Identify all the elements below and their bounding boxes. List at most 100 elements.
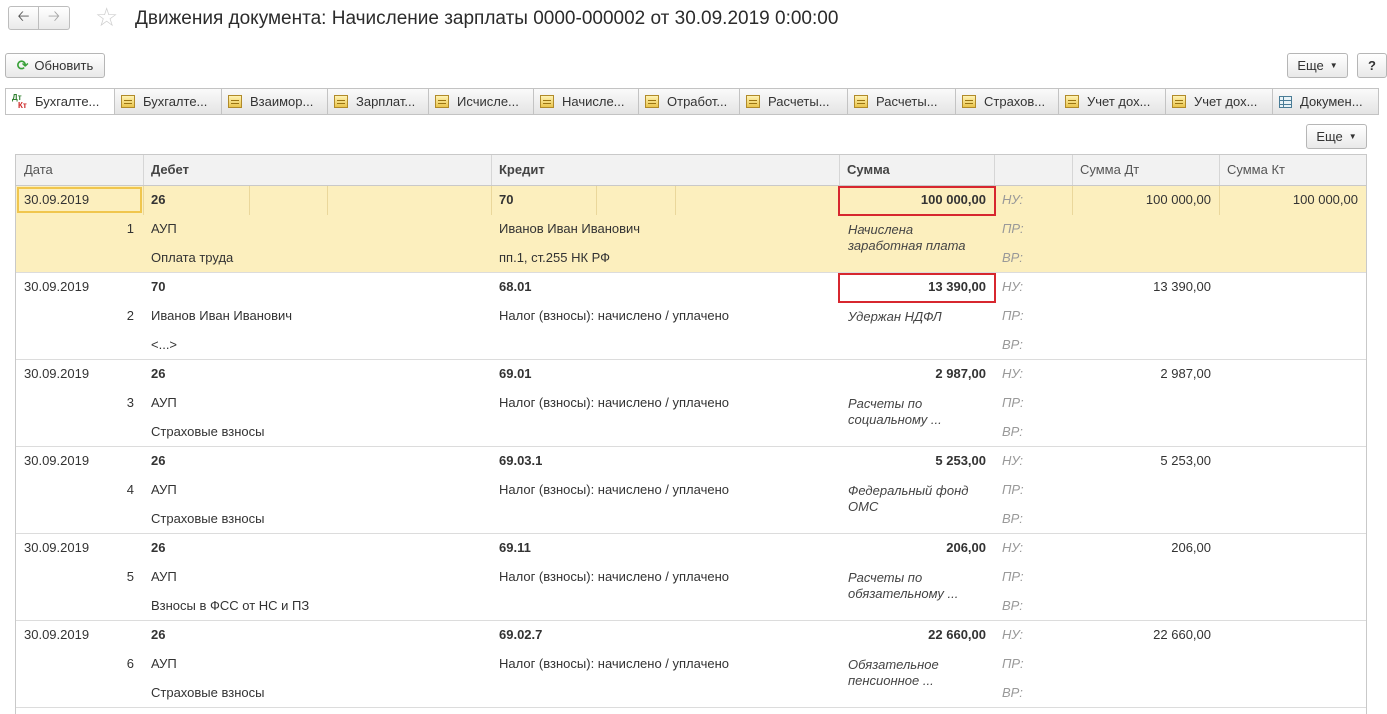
credit-subconto-1: Налог (взносы): начислено / уплачено	[499, 569, 729, 584]
nu-label: НУ:	[1002, 192, 1024, 207]
register-icon	[962, 95, 976, 108]
pr-label: ПР:	[1002, 308, 1024, 323]
column-header-amount-dt[interactable]: Сумма Дт	[1072, 155, 1220, 185]
debit-account: 26	[151, 192, 166, 207]
tab-label: Бухгалте...	[35, 94, 100, 109]
vr-label: ВР:	[1002, 424, 1023, 439]
tab-label: Расчеты...	[876, 94, 938, 109]
debit-subconto-1: АУП	[151, 482, 177, 497]
credit-subconto-1: Иванов Иван Иванович	[499, 221, 641, 236]
register-icon	[334, 95, 348, 108]
tab-register[interactable]: Расчеты...	[740, 88, 848, 115]
amount-cell: 22 660,00	[928, 627, 986, 642]
column-header-amount-kt[interactable]: Сумма Кт	[1219, 155, 1366, 185]
amount-dt-cell: 5 253,00	[1160, 453, 1211, 468]
table-row[interactable]: 30.09.2019 1 26 АУП Оплата труда 70 Иванов Ива…	[16, 186, 1366, 273]
debit-subconto-2: Оплата труда	[151, 250, 234, 265]
tab-label: Взаимор...	[250, 94, 314, 109]
panel-more-button[interactable]: Еще ▼	[1306, 124, 1367, 149]
tab-register[interactable]: Начисле...	[534, 88, 639, 115]
column-header-debit[interactable]: Дебет	[143, 155, 492, 185]
row-number: 5	[126, 569, 134, 584]
description-line: пенсионное ...	[848, 673, 934, 688]
help-button[interactable]: ?	[1357, 53, 1387, 78]
tab-label: Исчисле...	[457, 94, 519, 109]
table-row[interactable]: 30.09.2019 4 26 АУП Страховые взносы 69.03.1 Н…	[16, 447, 1366, 534]
amount-highlight-box	[838, 273, 996, 303]
vr-label: ВР:	[1002, 250, 1023, 265]
register-icon	[121, 95, 135, 108]
page-title: Движения документа: Начисление зарплаты …	[135, 8, 839, 29]
table-row[interactable]: 30.09.2019 3 26 АУП Страховые взносы 69.01 Нал…	[16, 360, 1366, 447]
arrow-left-icon: 🡠	[17, 7, 30, 25]
tab-register[interactable]: Расчеты...	[848, 88, 956, 115]
tab-register[interactable]: Страхов...	[956, 88, 1059, 115]
description-line: ОМС	[848, 499, 879, 514]
description-line: социальному ...	[848, 412, 942, 427]
credit-subconto-2: пп.1, ст.255 НК РФ	[499, 250, 611, 265]
cell-divider	[327, 186, 328, 215]
pr-label: ПР:	[1002, 482, 1024, 497]
register-tabs: Дт Кт Бухгалте... Бухгалте... Взаимор... …	[5, 88, 1379, 115]
tab-label: Учет дох...	[1087, 94, 1151, 109]
register-icon	[645, 95, 659, 108]
tab-register[interactable]: Отработ...	[639, 88, 740, 115]
pr-label: ПР:	[1002, 569, 1024, 584]
vr-label: ВР:	[1002, 337, 1023, 352]
date-cell: 30.09.2019	[24, 627, 90, 642]
forward-button[interactable]: 🡢	[39, 6, 70, 30]
amount-cell: 206,00	[946, 540, 986, 555]
postings-table[interactable]: Дата Дебет Кредит Сумма Сумма Дт Сумма К…	[15, 154, 1367, 714]
row-number: 4	[126, 482, 134, 497]
tab-register[interactable]: Учет дох...	[1166, 88, 1273, 115]
debit-subconto-2: Страховые взносы	[151, 424, 265, 439]
description-line: Расчеты по	[848, 570, 923, 585]
tab-label: Страхов...	[984, 94, 1046, 109]
debit-account: 26	[151, 453, 166, 468]
tab-register[interactable]: Бухгалте...	[115, 88, 222, 115]
row-number: 2	[126, 308, 134, 323]
table-row[interactable]: 30.09.2019 2 70 Иванов Иван Иванович <...> 68…	[16, 273, 1366, 360]
tab-label: Бухгалте...	[143, 94, 208, 109]
more-button[interactable]: Еще ▼	[1287, 53, 1348, 78]
tab-register[interactable]: Зарплат...	[328, 88, 429, 115]
column-header-date[interactable]: Дата	[16, 155, 144, 185]
credit-account: 70	[499, 192, 514, 207]
vr-label: ВР:	[1002, 685, 1023, 700]
description-line: Обязательное	[848, 657, 939, 672]
credit-account: 68.01	[499, 279, 532, 294]
tab-register[interactable]: Учет дох...	[1059, 88, 1166, 115]
star-icon[interactable]: ☆	[95, 4, 118, 30]
tab-register[interactable]: Исчисле...	[429, 88, 534, 115]
debit-subconto-1: Иванов Иван Иванович	[151, 308, 293, 323]
description-line: Федеральный фонд	[848, 483, 969, 498]
refresh-button[interactable]: ⟳ Обновить	[5, 53, 105, 78]
back-button[interactable]: 🡠	[8, 6, 39, 30]
register-icon	[540, 95, 554, 108]
debit-account: 70	[151, 279, 166, 294]
column-header-amount[interactable]: Сумма	[839, 155, 995, 185]
amount-dt-cell: 22 660,00	[1153, 627, 1211, 642]
column-header-blank	[994, 155, 1073, 185]
table-row[interactable]: 30.09.2019 5 26 АУП Взносы в ФСС от НС и ПЗ 6…	[16, 534, 1366, 621]
column-header-credit[interactable]: Кредит	[491, 155, 840, 185]
tab-label: Учет дох...	[1194, 94, 1258, 109]
debit-account: 26	[151, 540, 166, 555]
description-line: Удержан НДФЛ	[848, 309, 942, 324]
tab-label: Докумен...	[1300, 94, 1363, 109]
tab-accounting-register[interactable]: Дт Кт Бухгалте...	[5, 88, 115, 115]
pr-label: ПР:	[1002, 395, 1024, 410]
tab-label: Зарплат...	[356, 94, 416, 109]
history-nav: 🡠 🡢	[8, 6, 70, 30]
nu-label: НУ:	[1002, 453, 1024, 468]
tab-documents[interactable]: Докумен...	[1273, 88, 1379, 115]
table-row[interactable]: 30.09.2019 6 26 АУП Страховые взносы 69.02.7 Н…	[16, 621, 1366, 708]
nu-label: НУ:	[1002, 540, 1024, 555]
tab-register[interactable]: Взаимор...	[222, 88, 328, 115]
register-icon	[746, 95, 760, 108]
cell-divider	[596, 186, 597, 215]
amount-dt-cell: 206,00	[1171, 540, 1211, 555]
nu-label: НУ:	[1002, 627, 1024, 642]
register-icon	[1065, 95, 1079, 108]
pr-label: ПР:	[1002, 656, 1024, 671]
